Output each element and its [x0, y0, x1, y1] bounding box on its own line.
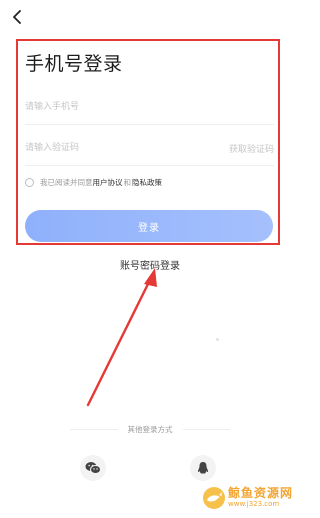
privacy-policy-link[interactable]: 隐私政策 [132, 177, 162, 188]
watermark: 鲸鱼资源网 www.j323.com [202, 478, 300, 518]
watermark-text: 鲸鱼资源网 [228, 486, 294, 500]
whale-logo-icon [203, 487, 225, 509]
verification-code-field: 获取验证码 [25, 134, 274, 166]
agreement-prefix: 我已阅读并同意 [40, 178, 93, 187]
get-code-button[interactable]: 获取验证码 [229, 142, 274, 155]
agreement-row: 我已阅读并同意 用户协议 和 隐私政策 [25, 177, 162, 188]
decorative-dot [216, 338, 219, 341]
login-button[interactable]: 登录 [25, 210, 273, 242]
page-title: 手机号登录 [25, 53, 123, 75]
divider-line-right [182, 429, 230, 430]
other-login-label: 其他登录方式 [127, 425, 173, 434]
phone-input[interactable] [25, 93, 185, 121]
watermark-url: www.j323.com [228, 500, 280, 508]
agreement-and: 和 [123, 178, 132, 187]
divider-line-left [70, 429, 118, 430]
phone-field [25, 93, 274, 125]
password-login-link[interactable]: 账号密码登录 [0, 257, 300, 272]
other-login-divider: 其他登录方式 [70, 424, 230, 435]
wechat-icon [85, 462, 101, 474]
qq-icon [198, 462, 208, 474]
back-button[interactable] [6, 6, 28, 28]
user-agreement-link[interactable]: 用户协议 [93, 177, 123, 188]
wechat-login-button[interactable] [80, 455, 106, 481]
chevron-left-icon [13, 10, 21, 24]
verification-code-input[interactable] [25, 134, 185, 162]
agreement-checkbox[interactable] [25, 178, 34, 187]
